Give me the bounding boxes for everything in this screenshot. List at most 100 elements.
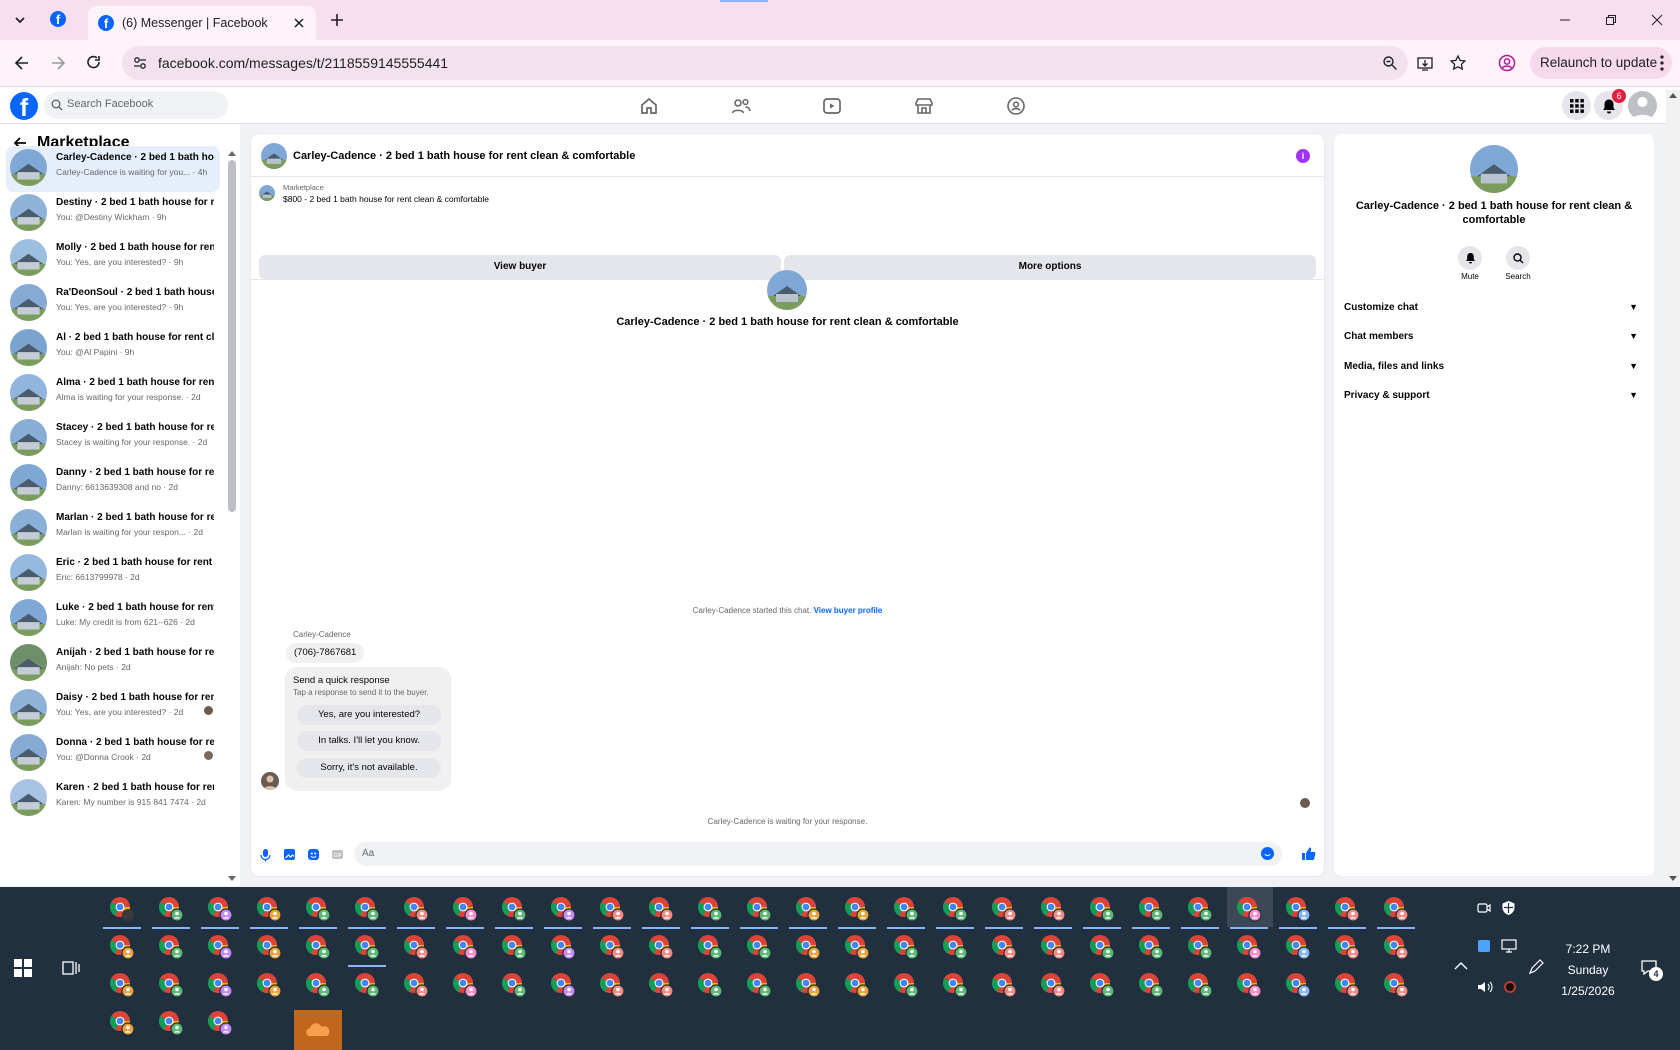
meet-now-icon[interactable] [1477,901,1491,915]
minimize-icon[interactable] [1555,10,1575,30]
message-input[interactable]: Aa [354,842,1282,866]
chrome-window-icon[interactable] [402,933,430,961]
chrome-window-icon[interactable] [892,971,920,999]
chrome-window-icon[interactable] [157,971,185,999]
chrome-window-icon[interactable] [1137,933,1165,961]
microphone-icon[interactable] [259,848,272,862]
reload-icon[interactable] [84,53,104,73]
back-icon[interactable] [12,53,32,73]
install-app-icon[interactable] [1416,55,1434,73]
conversation-info-icon[interactable]: i [1296,149,1310,163]
chrome-window-icon[interactable] [304,971,332,999]
windows-start-icon[interactable] [14,959,32,977]
chrome-window-icon[interactable] [1333,895,1361,923]
chrome-window-icon[interactable] [451,971,479,999]
chrome-window-icon[interactable] [157,1009,185,1037]
quick-response-interested[interactable]: Yes, are you interested? [297,705,441,725]
tab-messenger[interactable]: f (6) Messenger | Facebook [88,6,316,40]
quick-response-in-talks[interactable]: In talks. I'll let you know. [297,731,441,751]
chat-header-title[interactable]: Carley-Cadence · 2 bed 1 bath house for … [293,150,635,162]
chrome-window-icon[interactable] [255,933,283,961]
new-tab-icon[interactable] [328,11,346,29]
chrome-window-icon[interactable] [157,895,185,923]
conversation-item[interactable]: Daisy · 2 bed 1 bath house for rent clea… [6,686,220,732]
chrome-window-icon[interactable] [500,933,528,961]
gif-icon[interactable]: GIF [331,848,344,861]
chat-members-section[interactable]: Chat members ▼ [1344,331,1644,342]
cloud-app-icon[interactable] [294,1010,342,1050]
chat-avatar[interactable] [261,143,287,169]
chrome-window-icon[interactable] [1382,933,1410,961]
conversation-item[interactable]: Alma · 2 bed 1 bath house for rent clean… [6,371,220,417]
chrome-window-icon[interactable] [451,933,479,961]
chrome-window-icon[interactable] [1284,933,1312,961]
chrome-window-icon[interactable] [1333,971,1361,999]
security-shield-icon[interactable] [1501,900,1516,916]
chrome-window-icon[interactable] [1039,895,1067,923]
chrome-window-icon[interactable] [353,971,381,999]
search-in-conversation-icon[interactable] [1506,246,1530,270]
chrome-window-icon[interactable] [1235,971,1263,999]
photo-icon[interactable] [283,848,296,861]
chrome-window-icon[interactable] [206,1009,234,1037]
profile-icon[interactable] [1498,54,1516,72]
chrome-window-icon[interactable] [549,895,577,923]
chrome-window-icon[interactable] [1039,971,1067,999]
chrome-window-icon[interactable] [402,971,430,999]
conversation-item[interactable]: Eric · 2 bed 1 bath house for rent clean… [6,551,220,597]
groups-icon[interactable] [1005,95,1027,117]
chrome-window-icon[interactable] [1088,971,1116,999]
network-icon[interactable] [1501,939,1517,953]
clock[interactable]: 7:22 PM Sunday 1/25/2026 [1552,939,1624,1002]
chrome-window-icon[interactable] [1088,895,1116,923]
mute-bell-icon[interactable] [1458,246,1482,270]
chrome-window-icon[interactable] [794,971,822,999]
chrome-window-icon[interactable] [1137,895,1165,923]
quick-response-not-available[interactable]: Sorry, it's not available. [297,758,441,778]
page-scrollbar[interactable] [1666,90,1680,886]
pen-icon[interactable] [1528,959,1544,975]
chrome-window-icon[interactable] [1186,933,1214,961]
chrome-window-icon[interactable] [108,1009,136,1037]
view-buyer-profile-link[interactable]: View buyer profile [814,606,883,615]
chrome-window-icon[interactable] [696,971,724,999]
marketplace-icon[interactable] [913,95,935,117]
conversation-item[interactable]: Anijah · 2 bed 1 bath house for rent cle… [6,641,220,687]
home-icon[interactable] [638,95,660,117]
inactive-tab-facebook[interactable]: f [50,11,66,27]
scroll-up-arrow-icon[interactable] [228,150,236,156]
conversation-item[interactable]: Stacey · 2 bed 1 bath house for rent cle… [6,416,220,462]
chrome-window-icon[interactable] [745,971,773,999]
chrome-window-icon[interactable] [549,933,577,961]
more-options-button[interactable]: More options [784,255,1316,279]
chrome-window-icon[interactable] [1137,971,1165,999]
site-settings-icon[interactable] [132,55,148,71]
chrome-window-icon[interactable] [990,971,1018,999]
chrome-window-icon[interactable] [500,895,528,923]
conversation-item[interactable]: Luke · 2 bed 1 bath house for rent clean… [6,596,220,642]
chrome-window-icon[interactable] [157,933,185,961]
chrome-window-icon[interactable] [794,895,822,923]
chrome-window-icon[interactable] [843,933,871,961]
details-avatar[interactable] [1470,145,1518,193]
chrome-window-icon[interactable] [1382,895,1410,923]
close-window-icon[interactable] [1647,10,1667,30]
chrome-window-icon[interactable] [1039,933,1067,961]
friends-icon[interactable] [730,95,752,117]
chrome-window-icon[interactable] [990,895,1018,923]
privacy-support-section[interactable]: Privacy & support ▼ [1344,390,1644,401]
emoji-icon[interactable] [1261,847,1274,860]
chrome-window-icon[interactable] [1284,971,1312,999]
customize-chat-section[interactable]: Customize chat ▼ [1344,302,1644,313]
chrome-window-icon[interactable] [353,933,381,961]
conversation-item[interactable]: Ra'DeonSoul · 2 bed 1 bath house for ren… [6,281,220,327]
conversation-item[interactable]: Destiny · 2 bed 1 bath house for rent cl… [6,191,220,237]
show-hidden-icons-chevron-icon[interactable] [1454,961,1468,971]
chrome-window-icon[interactable] [1382,971,1410,999]
conversation-scrollbar[interactable] [228,160,236,512]
chrome-window-icon[interactable] [108,971,136,999]
chrome-window-icon[interactable] [108,933,136,961]
chrome-window-icon[interactable] [598,895,626,923]
chrome-window-icon[interactable] [696,933,724,961]
chrome-window-icon[interactable] [696,895,724,923]
